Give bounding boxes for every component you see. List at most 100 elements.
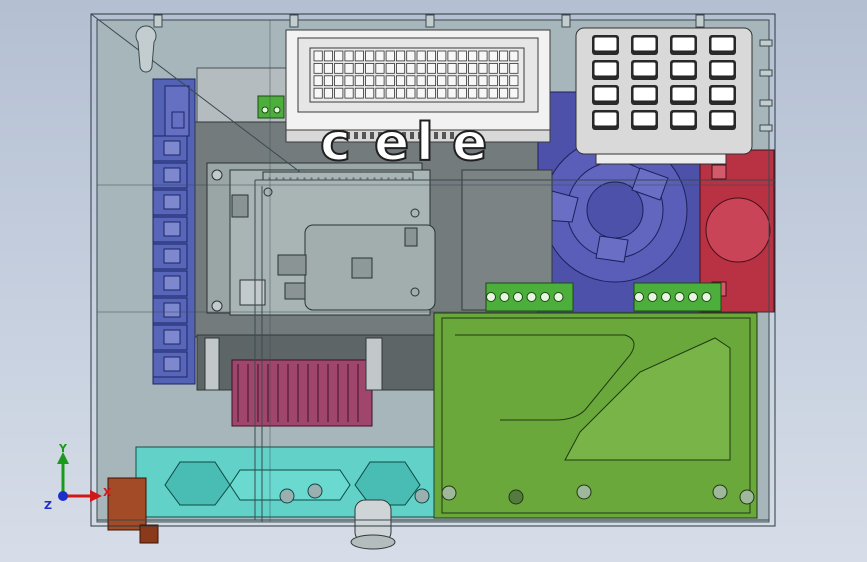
keypad-key[interactable] <box>593 86 618 102</box>
lcd-cell <box>344 63 354 74</box>
lcd-cell <box>344 50 354 62</box>
terminal-block-left[interactable] <box>485 282 574 312</box>
keypad-key[interactable] <box>593 36 618 52</box>
lcd-cell <box>488 75 498 87</box>
lcd-cell <box>488 50 498 62</box>
lcd-cell <box>457 50 467 62</box>
lcd-cell <box>323 87 333 99</box>
brand-logo: cele <box>319 112 488 174</box>
keypad-key[interactable] <box>671 36 696 52</box>
lcd-cell <box>498 63 509 74</box>
brand-letter: l <box>416 113 434 173</box>
lcd-cell <box>385 63 395 74</box>
lcd-cell <box>437 87 447 99</box>
keypad-key[interactable] <box>632 111 657 127</box>
lcd-cell <box>437 75 447 87</box>
lcd-cell <box>447 75 457 87</box>
terminal-strip[interactable] <box>152 78 196 385</box>
terminal-screw <box>163 329 181 345</box>
lcd-cell <box>313 75 323 87</box>
lcd-cell <box>354 50 364 62</box>
lcd-cell <box>488 63 498 74</box>
stud <box>759 69 773 77</box>
lcd-cell <box>375 75 385 87</box>
keypad-key[interactable] <box>710 36 735 52</box>
keypad-key[interactable] <box>593 61 618 77</box>
lcd-cell <box>416 75 426 87</box>
power-supply[interactable] <box>433 312 758 519</box>
lcd-cell <box>375 50 385 62</box>
terminal-screw <box>163 275 181 291</box>
stud <box>425 14 435 28</box>
lcd-cell <box>426 50 436 62</box>
lcd-cell <box>385 50 395 62</box>
lcd-cell <box>447 50 457 62</box>
lcd-cell <box>365 63 375 74</box>
terminal-screw <box>163 302 181 318</box>
lcd-cell <box>426 75 436 87</box>
keypad[interactable] <box>575 27 753 165</box>
lcd-cell <box>498 75 509 87</box>
lcd-cell <box>365 50 375 62</box>
terminal-screw <box>163 248 181 264</box>
lcd-cell <box>354 63 364 74</box>
keypad-key[interactable] <box>671 61 696 77</box>
keypad-key[interactable] <box>710 61 735 77</box>
lcd-cell <box>365 87 375 99</box>
keypad-key[interactable] <box>710 111 735 127</box>
terminal-screw <box>634 292 644 302</box>
keypad-key[interactable] <box>671 86 696 102</box>
lcd-cell <box>447 63 457 74</box>
adjustment-knob[interactable] <box>350 499 396 550</box>
lcd-cell <box>365 75 375 87</box>
terminal-screw <box>163 167 181 183</box>
lcd-cell <box>426 87 436 99</box>
lcd-cell <box>406 75 416 87</box>
lcd-cell <box>457 63 467 74</box>
terminal-screw <box>526 292 537 302</box>
lcd-cell <box>426 63 436 74</box>
terminal-screw <box>540 292 550 302</box>
keypad-key[interactable] <box>671 111 696 127</box>
keypad-key[interactable] <box>632 36 657 52</box>
lcd-cell <box>354 75 364 87</box>
terminal-block-right[interactable] <box>633 282 722 312</box>
lcd-cell <box>509 63 519 74</box>
terminal-screw <box>701 292 712 302</box>
lcd-cell <box>334 75 344 87</box>
lcd-cell <box>416 50 426 62</box>
triad-z-label: Z <box>44 499 52 512</box>
small-terminal <box>257 95 285 119</box>
lcd-cell <box>406 50 416 62</box>
lcd-cell <box>313 63 323 74</box>
lcd-pin <box>442 132 446 139</box>
lcd-cell <box>509 75 519 87</box>
terminal-screw <box>163 140 181 156</box>
lcd-cell <box>437 63 447 74</box>
terminal-screw <box>163 194 181 210</box>
stud <box>289 14 299 28</box>
lcd-cell <box>395 87 406 99</box>
lcd-cell <box>313 87 323 99</box>
terminal-screw <box>486 292 496 302</box>
terminal-screw <box>499 292 510 302</box>
keypad-key[interactable] <box>632 61 657 77</box>
lcd-cell <box>457 75 467 87</box>
controller-board[interactable] <box>206 162 436 316</box>
lcd-cell <box>334 63 344 74</box>
lcd-cell <box>395 75 406 87</box>
lcd-cell <box>334 50 344 62</box>
lcd-cell <box>478 75 488 87</box>
keypad-key[interactable] <box>593 111 618 127</box>
terminal-screw <box>647 292 658 302</box>
cad-viewport[interactable]: cele X Y Z <box>0 0 867 562</box>
lcd-cell <box>323 75 333 87</box>
brand-letter: e <box>452 113 487 173</box>
terminal-screw <box>163 221 181 237</box>
keypad-key[interactable] <box>632 86 657 102</box>
lcd-cell <box>468 75 478 87</box>
keypad-key[interactable] <box>710 86 735 102</box>
lcd-cell <box>385 75 395 87</box>
lcd-cell <box>323 50 333 62</box>
lcd-pin <box>434 132 438 139</box>
